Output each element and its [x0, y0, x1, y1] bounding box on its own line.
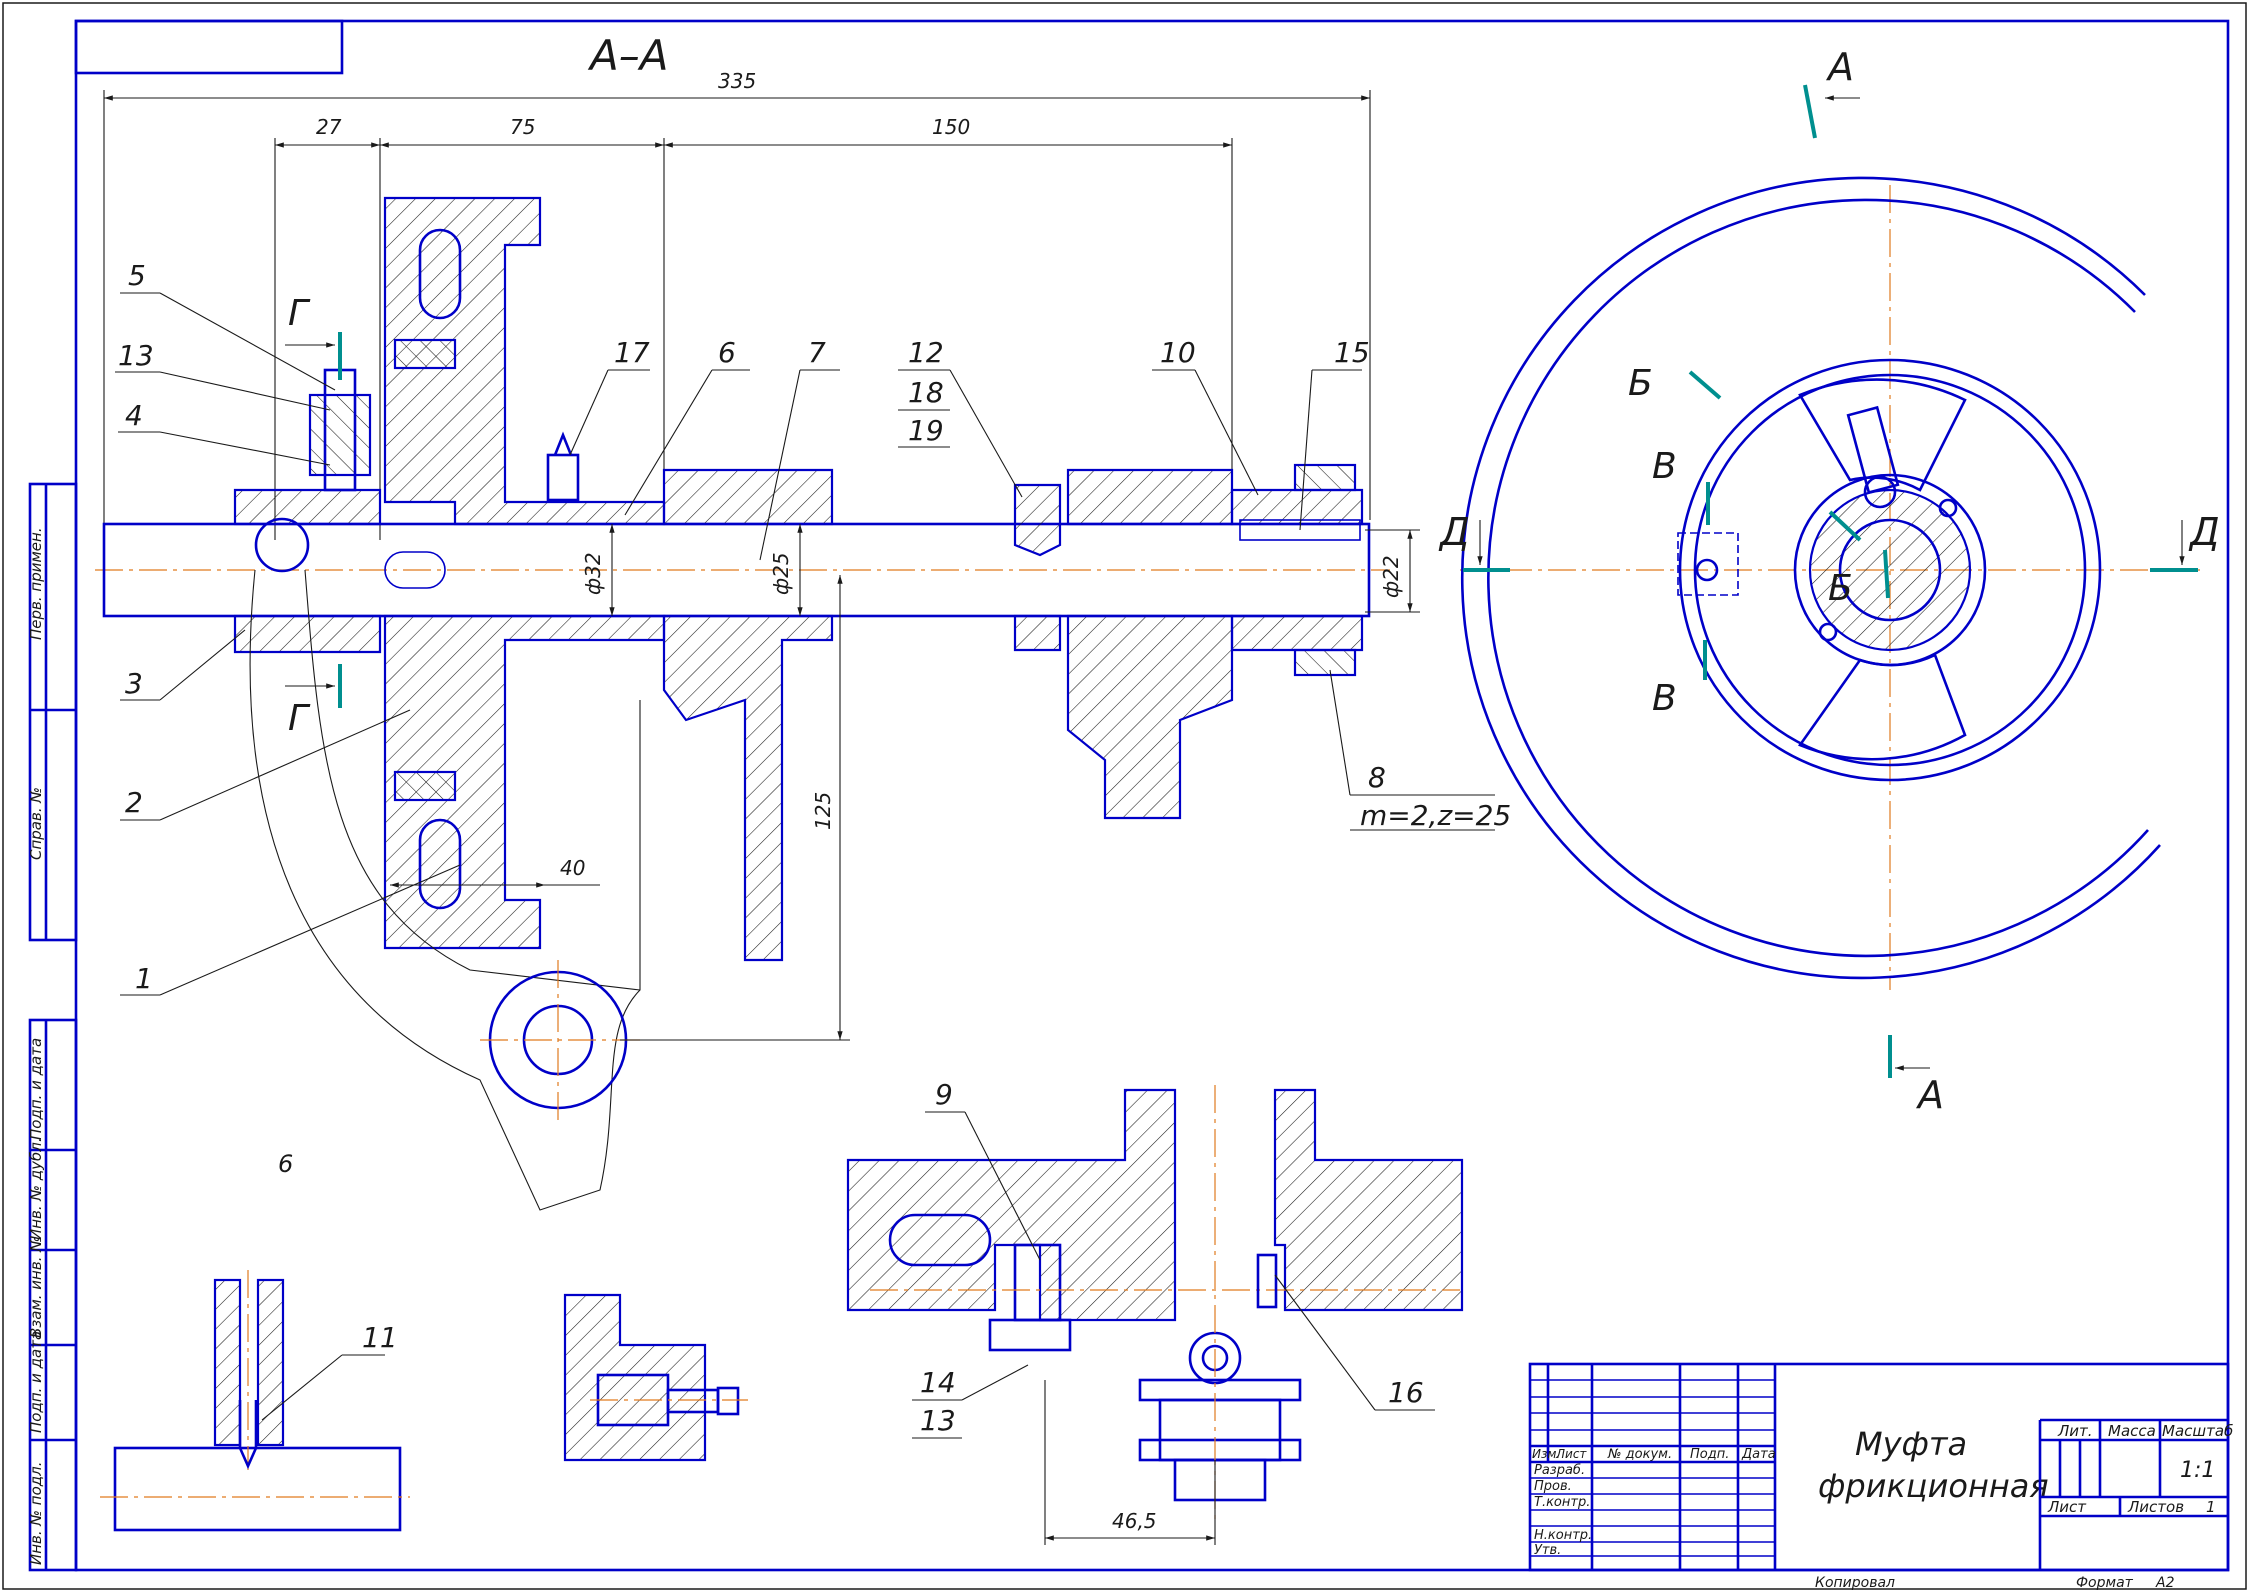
tb-row-4: Н.контр. — [1534, 1528, 1592, 1543]
dim-overall: 335 — [718, 69, 756, 93]
tb-copied: Копировал — [1815, 1575, 1895, 1591]
stray-mark: 6 — [278, 1150, 293, 1178]
balloon-14: 14 — [920, 1366, 956, 1399]
tb-sheet: Лист — [2047, 1498, 2087, 1516]
dim-46-5: 46,5 — [1112, 1509, 1157, 1533]
balloon-17: 17 — [614, 336, 650, 369]
detail-clamp — [563, 1293, 748, 1462]
dim-40: 40 — [560, 856, 585, 880]
tb-format-value: А2 — [2155, 1575, 2175, 1591]
strip-label-6: Инв. № подл. — [27, 1462, 45, 1565]
balloon-12: 12 — [908, 336, 944, 369]
detail-11: 11 — [100, 1270, 410, 1532]
left-strip: Перв. примен. Справ. № Подп. и дата Инв.… — [27, 482, 78, 1572]
balloon-19: 19 — [908, 414, 944, 447]
dim-75: 75 — [510, 115, 535, 139]
screw-12 — [1013, 483, 1062, 652]
tb-row-0: Разраб. — [1534, 1463, 1585, 1478]
tb-scale-value: 1:1 — [2180, 1458, 2215, 1483]
tb-sheets: Листов — [2127, 1498, 2184, 1516]
balloon-1: 1 — [135, 962, 153, 995]
mark-a-bottom: А — [1915, 1073, 1944, 1117]
balloon-15: 15 — [1334, 336, 1370, 369]
tb-row-5: Утв. — [1534, 1543, 1561, 1558]
mark-d-left: Д — [1438, 510, 1470, 554]
strip-label-1: Справ. № — [27, 787, 45, 860]
housing-pulley — [383, 196, 666, 950]
tb-sheets-value: 1 — [2206, 1498, 2216, 1516]
balloon-8: 8 — [1368, 761, 1386, 794]
balloon-7: 7 — [808, 336, 826, 369]
balloon-11: 11 — [362, 1321, 398, 1354]
balloon-18: 18 — [908, 376, 944, 409]
balloon-5: 5 — [128, 259, 146, 292]
drawing-sheet: Перв. примен. Справ. № Подп. и дата Инв.… — [2, 2, 2247, 1591]
section-title: А–А — [587, 31, 668, 80]
fitting-17 — [546, 431, 580, 502]
tb-title-1: Муфта — [1855, 1425, 1967, 1463]
mark-g-top: Г — [288, 293, 311, 334]
balloon-10: 10 — [1160, 336, 1196, 369]
dim-dia25: ф25 — [769, 552, 793, 595]
balloon-2: 2 — [125, 786, 143, 819]
mark-v1: В — [1652, 446, 1677, 487]
strip-label-4: Взам. инв. № — [27, 1236, 45, 1338]
tb-lit: Лит. — [2057, 1422, 2093, 1440]
tb-row-1: Пров. — [1534, 1479, 1572, 1494]
dim-150: 150 — [932, 115, 970, 139]
detail-lever: 46,5 9 14 13 16 — [846, 1078, 1464, 1545]
tb-title-2: фрикционная — [1818, 1467, 2049, 1505]
dim-125: 125 — [811, 792, 835, 830]
dim-dia32: ф32 — [581, 552, 605, 595]
end-view-marks: А А Д Д Б Б В В — [1438, 45, 2220, 1117]
top-left-box — [74, 19, 344, 75]
tb-massa: Масса — [2108, 1422, 2156, 1440]
tb-list: Лист — [1555, 1447, 1587, 1461]
title-block: Изм. Лист № докум. Подп. Дата Разраб. Пр… — [1528, 1362, 2233, 1591]
tb-format: Формат — [2076, 1575, 2134, 1591]
tb-data: Дата — [1741, 1447, 1776, 1462]
balloon-3: 3 — [125, 667, 143, 700]
mark-b1: Б — [1628, 363, 1653, 404]
strip-label-5: Подп. и дата — [27, 1331, 45, 1433]
strip-label-0: Перв. примен. — [27, 527, 45, 640]
tb-row-2: Т.контр. — [1534, 1495, 1590, 1510]
balloon-6: 6 — [718, 336, 736, 369]
tb-doc: № докум. — [1607, 1447, 1672, 1462]
strip-label-2: Подп. и дата — [27, 1038, 45, 1140]
balloon-16: 16 — [1388, 1376, 1424, 1409]
balloon-13b: 13 — [920, 1404, 956, 1437]
bracket — [662, 468, 1234, 962]
strip-label-3: Инв. № дубл. — [27, 1137, 45, 1240]
dim-27: 27 — [316, 115, 342, 139]
balloon-9: 9 — [935, 1078, 953, 1111]
balloon-13: 13 — [118, 339, 154, 372]
gear-spec: m=2,z=25 — [1360, 799, 1511, 832]
crank-eye — [480, 960, 640, 1120]
mark-d-right: Д — [2188, 510, 2220, 554]
tb-podp: Подп. — [1690, 1447, 1729, 1462]
mark-g-bottom: Г — [288, 698, 311, 739]
mark-a-top: А — [1825, 45, 1854, 89]
tb-masshtab: Масштаб — [2162, 1422, 2233, 1440]
dim-dia22: ф22 — [1379, 555, 1403, 598]
mark-b2: Б — [1828, 568, 1853, 609]
balloon-4: 4 — [125, 399, 143, 432]
mark-v2: В — [1652, 678, 1677, 719]
